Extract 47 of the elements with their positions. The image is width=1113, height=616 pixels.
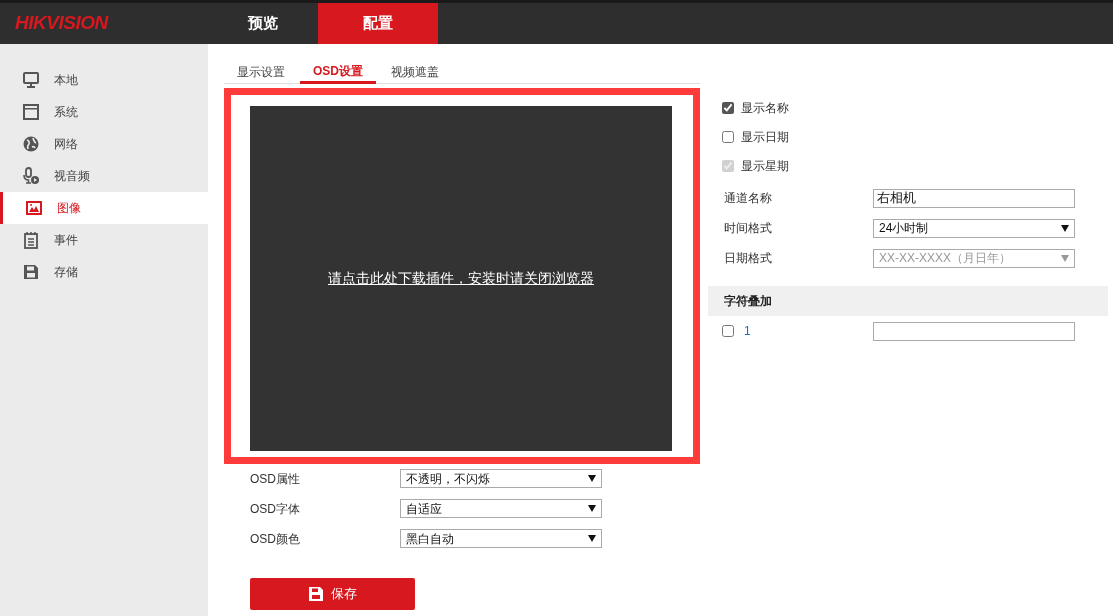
row-number: 1 [744,323,751,340]
save-button[interactable]: 保存 [250,578,415,610]
window-icon [22,103,40,121]
sidebar-item[interactable]: 图像 [0,192,208,224]
section-title: 字符叠加 [724,293,772,310]
sidebar-item[interactable]: 视音频 [0,160,208,192]
dropdown[interactable]: 24小时制 [873,218,1075,238]
sidebar-item[interactable]: 本地 [0,64,208,96]
nav-tab[interactable]: 配置 [318,3,438,44]
notepad-icon [22,231,40,249]
tab[interactable]: 视频遮盖 [378,61,452,83]
field-label: OSD颜色 [250,530,301,548]
caret-icon [1061,254,1069,262]
logo: HIKVISION [15,11,108,36]
caret-icon [588,475,596,482]
field-label: 时间格式 [724,220,773,237]
sidebar-item[interactable]: 事件 [0,224,208,256]
field-label: OSD属性 [250,470,301,488]
checkbox-label: 显示日期 [741,129,789,146]
dropdown[interactable]: 不透明，不闪烁 [400,469,602,488]
monitor-icon [22,71,40,89]
caret-icon [588,535,596,542]
sidebar-item[interactable]: 存储 [0,256,208,288]
caret-icon [1061,224,1069,232]
input-field[interactable] [873,321,1075,341]
field-label: 通道名称 [724,190,773,207]
nav-tab[interactable]: 预览 [208,3,318,44]
sidebar-item[interactable]: 系统 [0,96,208,128]
field-label: OSD字体 [250,500,301,518]
checkbox[interactable] [722,325,734,337]
tab[interactable]: 显示设置 [224,61,298,83]
tab[interactable]: OSD设置 [300,61,376,84]
checkbox-label: 显示名称 [741,100,789,117]
download-plugin-link[interactable]: 请点击此处下载插件，安装时请关闭浏览器 [328,268,594,289]
caret-icon [588,505,596,512]
dropdown[interactable]: 黑白自动 [400,529,602,548]
save-icon [308,587,323,601]
input-field[interactable]: 右相机 [873,188,1075,208]
checkbox-label: 显示星期 [741,158,789,175]
image-icon [25,199,43,217]
globe-icon [22,135,40,153]
mic-icon [22,167,40,185]
checkbox[interactable] [722,131,734,143]
dropdown[interactable]: 自适应 [400,499,602,518]
checkbox[interactable] [722,102,734,114]
sidebar-item[interactable]: 网络 [0,128,208,160]
field-label: 日期格式 [724,250,773,267]
